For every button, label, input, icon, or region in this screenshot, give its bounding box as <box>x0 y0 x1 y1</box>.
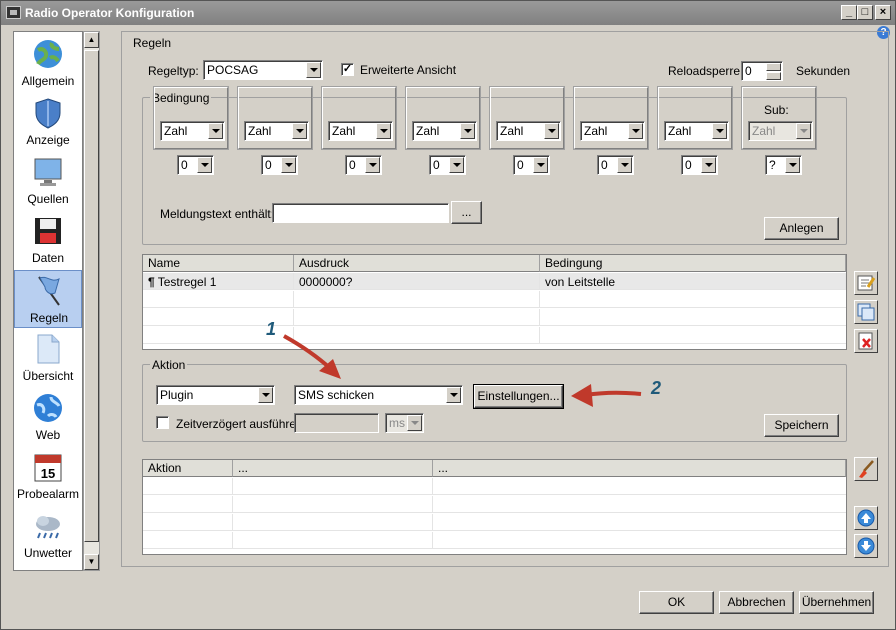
ok-button[interactable]: OK <box>639 591 714 614</box>
cancel-button[interactable]: Abbrechen <box>719 591 794 614</box>
annotation-arrow-2-head <box>571 384 593 407</box>
annotation-number-2: 2 <box>651 378 662 398</box>
config-window: Radio Operator Konfiguration _ □ × ? All… <box>0 0 896 630</box>
annotation-arrow-2 <box>585 390 642 397</box>
annotation-arrow-1 <box>283 334 333 371</box>
apply-button[interactable]: Übernehmen <box>799 591 874 614</box>
annotation-overlay <box>283 334 642 407</box>
annotation-number-1: 1 <box>266 319 277 339</box>
